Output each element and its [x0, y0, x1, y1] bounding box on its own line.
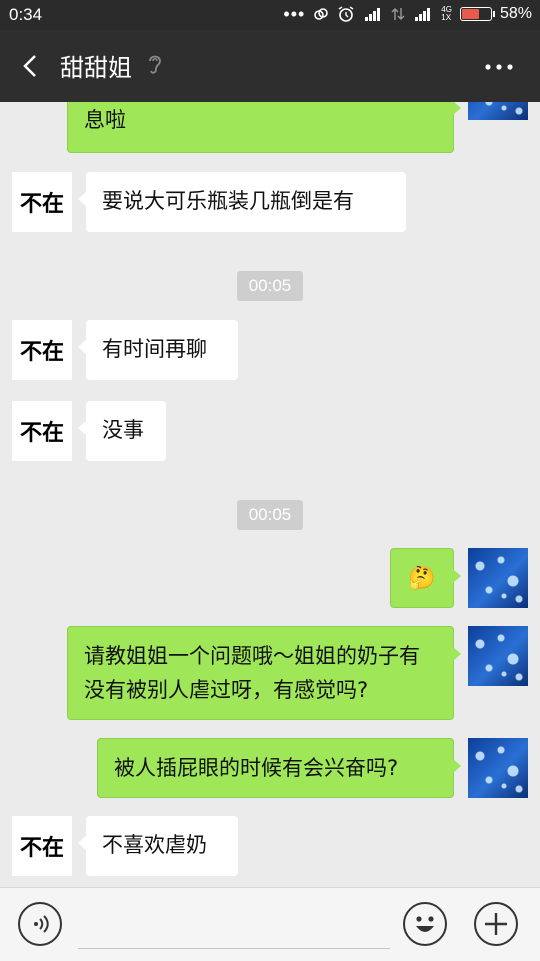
- message-list[interactable]: 息啦 不在 要说大可乐瓶装几瓶倒是有 00:05 不在 有时间再聊 不在 没事 …: [0, 102, 540, 887]
- status-icons: ••• 4G 1X 58%: [283, 5, 532, 23]
- voice-icon: [34, 915, 49, 933]
- network-type: 4G 1X: [441, 5, 452, 22]
- message-bubble-out[interactable]: 息啦: [67, 102, 461, 153]
- more-functions-button[interactable]: [474, 902, 518, 946]
- emoji-button[interactable]: [403, 902, 447, 946]
- timestamp: 00:05: [237, 500, 303, 530]
- message-bubble-out[interactable]: 请教姐姐一个问题哦～姐姐的奶子有没有被别人虐过呀，有感觉吗?: [67, 626, 461, 720]
- my-avatar[interactable]: [468, 102, 528, 120]
- alarm-icon: [338, 6, 354, 22]
- ear-icon: [149, 55, 161, 74]
- battery-icon: [459, 7, 495, 21]
- status-bar: 0:34 ••• 4G 1X 58%: [0, 0, 540, 30]
- signal-icon: [365, 8, 381, 21]
- more-notifications-icon: •••: [283, 4, 306, 24]
- data-transfer-icon: [391, 8, 405, 20]
- contact-avatar[interactable]: 不在: [12, 816, 72, 876]
- contact-avatar[interactable]: 不在: [12, 172, 72, 232]
- more-icon[interactable]: [484, 63, 514, 71]
- status-time: 0:34: [9, 5, 43, 24]
- plus-icon: [485, 913, 507, 935]
- message-bubble-in[interactable]: 不喜欢虐奶: [78, 816, 238, 876]
- signal-2-icon: [415, 8, 431, 21]
- contact-avatar[interactable]: 不在: [12, 320, 72, 380]
- my-avatar[interactable]: [468, 738, 528, 798]
- back-icon[interactable]: [16, 51, 46, 81]
- emoji-icon: [416, 916, 434, 932]
- message-input[interactable]: [78, 908, 390, 949]
- message-bubble-in[interactable]: 有时间再聊: [78, 320, 238, 380]
- input-bar: [0, 887, 540, 961]
- chat-header: 甜甜姐: [0, 30, 540, 102]
- link-icon: [314, 8, 329, 20]
- contact-avatar[interactable]: 不在: [12, 401, 72, 461]
- battery-percent: 58%: [499, 5, 532, 22]
- voice-button[interactable]: [18, 902, 62, 946]
- message-bubble-out[interactable]: 被人插屁眼的时候有会兴奋吗?: [97, 738, 461, 798]
- message-bubble-in[interactable]: 要说大可乐瓶装几瓶倒是有: [78, 172, 406, 232]
- my-avatar[interactable]: [468, 548, 528, 608]
- thinking-emoji-icon: 🤔: [408, 566, 436, 591]
- timestamp: 00:05: [237, 271, 303, 301]
- chat-title: 甜甜姐: [60, 54, 132, 82]
- message-bubble-in[interactable]: 没事: [78, 401, 166, 461]
- my-avatar[interactable]: [468, 626, 528, 686]
- message-bubble-out[interactable]: 🤔: [390, 548, 461, 608]
